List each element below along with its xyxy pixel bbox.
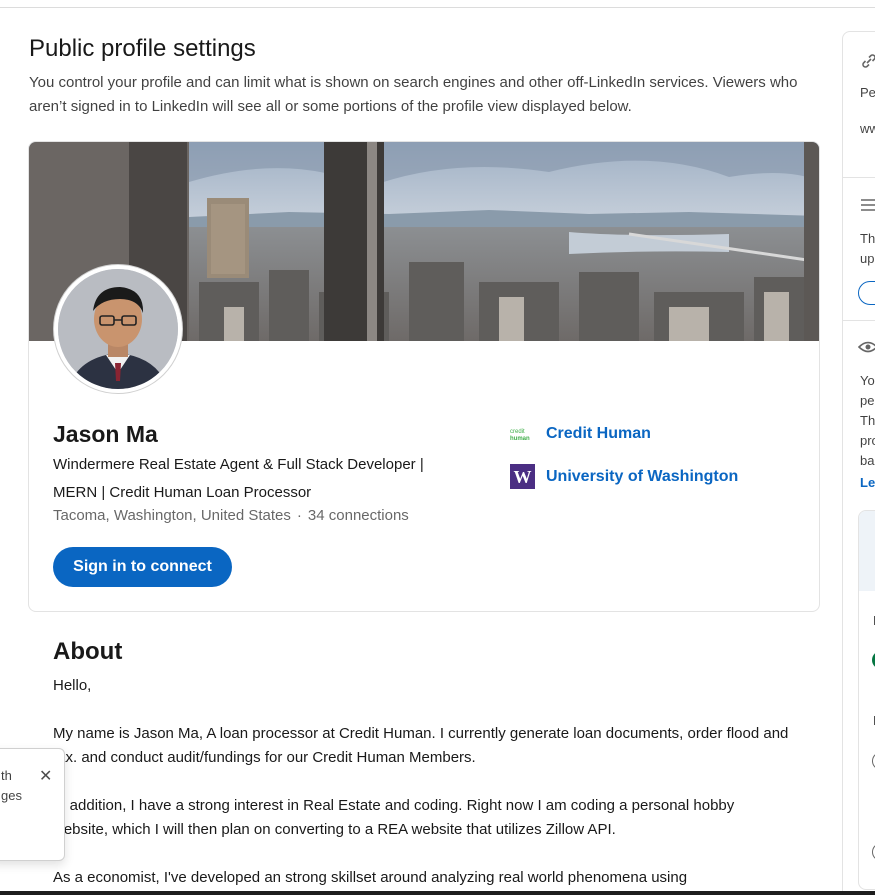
close-icon[interactable]: ✕ (39, 766, 52, 788)
svg-text:W: W (514, 467, 532, 487)
visibility-text: pe (860, 393, 875, 408)
toast-text-line: ges (1, 788, 22, 803)
affiliation-credit-human[interactable]: credit human Credit Human (510, 421, 651, 446)
about-paragraph: My name is Jason Ma, A loan processor at… (53, 725, 789, 766)
section-text: Th (860, 231, 875, 246)
page-description: You control your profile and can limit w… (29, 74, 798, 115)
section-text: up (860, 251, 875, 266)
list-icon (860, 198, 875, 217)
credit-human-logo-icon: credit human (510, 421, 535, 446)
uw-logo-icon: W (510, 464, 535, 489)
about-heading: About (53, 638, 123, 665)
visibility-text: You (860, 373, 875, 388)
profile-connections: 34 connections (307, 507, 409, 524)
taskbar-edge (0, 891, 875, 895)
eye-icon (857, 340, 875, 359)
edit-button[interactable] (858, 281, 875, 305)
profile-location: Tacoma, Washington, United States (53, 507, 291, 524)
svg-text:credit: credit (510, 429, 525, 435)
affiliation-label[interactable]: University of Washington (546, 468, 738, 486)
about-paragraph: As a economist, I've developed an strong… (53, 869, 688, 886)
divider (843, 177, 875, 178)
custom-url-label: Pe (860, 85, 875, 100)
right-settings-panel: Pe ww Th up You pe Th pro ba Lea E F (842, 31, 875, 895)
meta-separator: · (296, 507, 302, 524)
affiliation-label[interactable]: Credit Human (546, 425, 651, 443)
divider (843, 320, 875, 321)
custom-url-value: ww (860, 121, 875, 136)
sign-in-to-connect-button[interactable]: Sign in to connect (53, 547, 232, 587)
visibility-options-box: E F (858, 510, 875, 890)
profile-preview-card: Jason Ma Windermere Real Estate Agent & … (28, 141, 820, 612)
about-paragraph: In addition, I have a strong interest in… (53, 797, 735, 838)
profile-name: Jason Ma (53, 421, 158, 447)
about-text: Hello, My name is Jason Ma, A loan proce… (53, 674, 793, 895)
page-title: Public profile settings (29, 35, 256, 62)
learn-more-link[interactable]: Lea (860, 475, 875, 490)
affiliation-university-of-washington[interactable]: W University of Washington (510, 464, 738, 489)
profile-headline: Windermere Real Estate Agent & Full Stac… (53, 456, 424, 501)
about-paragraph: Hello, (53, 677, 92, 694)
profile-avatar (54, 265, 182, 393)
svg-text:human: human (510, 436, 530, 441)
visibility-text: Th (860, 413, 875, 428)
visibility-text: pro (860, 433, 875, 448)
visibility-text: ba (860, 453, 875, 468)
visibility-options-header (859, 511, 875, 591)
top-nav-edge (0, 0, 875, 8)
link-icon (860, 52, 875, 75)
profile-meta: Tacoma, Washington, United States · 34 con… (53, 507, 409, 524)
toast-text-line: th (1, 768, 12, 783)
notification-toast: th ges ✕ (0, 748, 65, 861)
